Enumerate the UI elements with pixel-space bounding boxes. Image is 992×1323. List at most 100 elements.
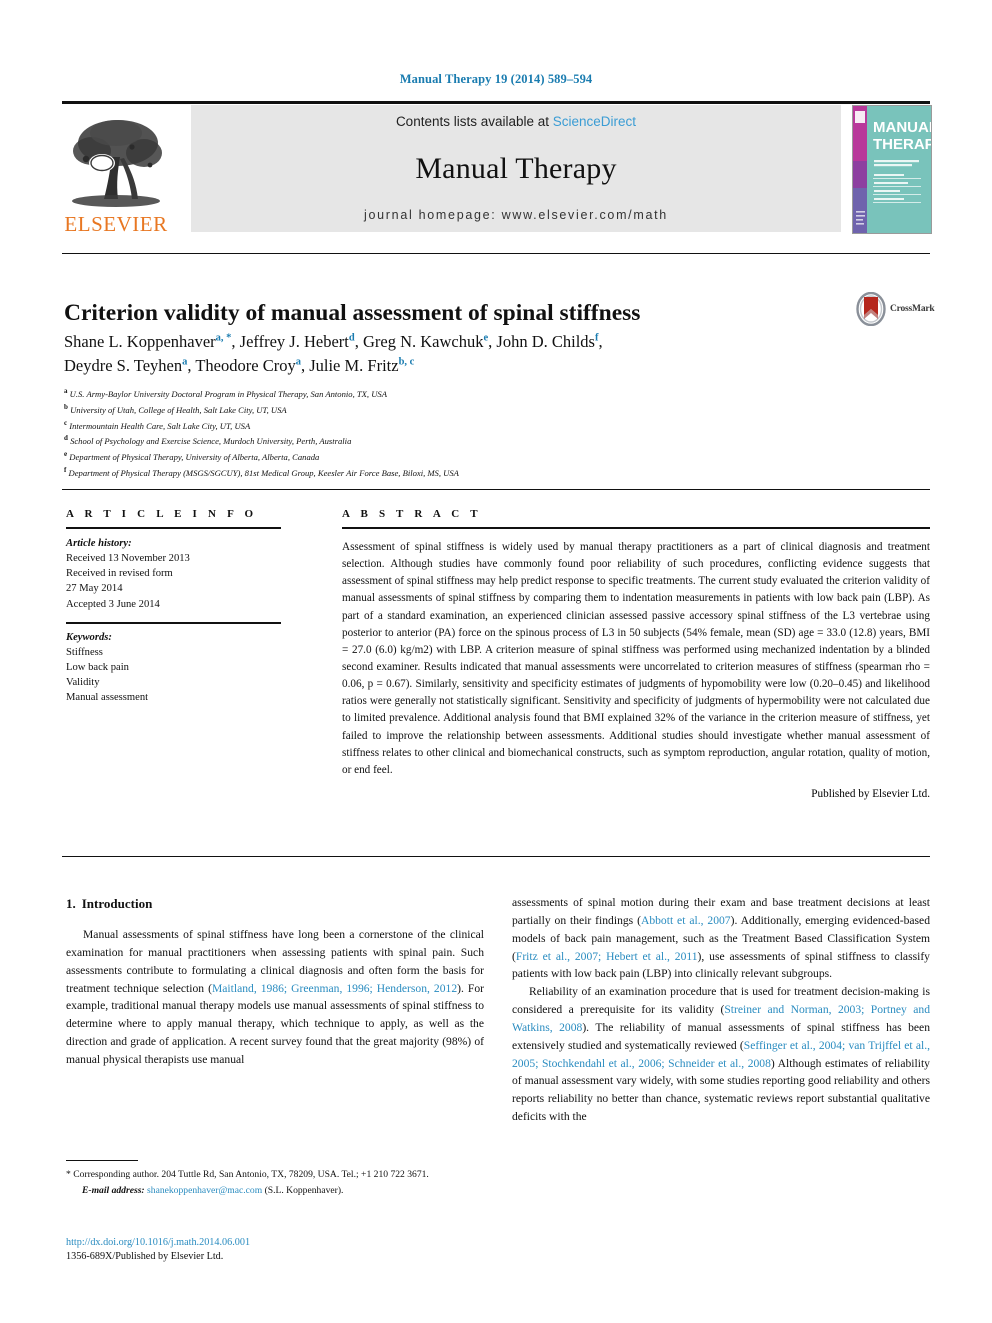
article-history-label: Article history: xyxy=(66,538,132,549)
journal-homepage-link[interactable]: journal homepage: www.elsevier.com/math xyxy=(364,208,668,222)
title-divider xyxy=(62,253,930,254)
affiliation-text: School of Psychology and Exercise Scienc… xyxy=(70,436,352,447)
affiliation-text: Intermountain Health Care, Salt Lake Cit… xyxy=(69,420,251,431)
corresponding-author-note: * Corresponding author. 204 Tuttle Rd, S… xyxy=(66,1169,429,1180)
keyword-item: Validity xyxy=(66,677,100,689)
citation-link[interactable]: Maitland, 1986; Greenman, 1996; Henderso… xyxy=(212,982,457,995)
article-info-heading: A R T I C L E I N F O xyxy=(66,508,258,520)
abstract-column: A B S T R A C T Assessment of spinal sti… xyxy=(342,508,930,800)
citation-link[interactable]: Abbott et al., 2007 xyxy=(641,914,731,927)
keyword-item: Manual assessment xyxy=(66,692,149,704)
email-label: E-mail address: xyxy=(82,1185,145,1197)
author-name: Theodore Croy xyxy=(195,355,296,375)
body-section-divider xyxy=(62,856,930,857)
section-heading-introduction: 1. Introduction xyxy=(66,896,484,912)
affiliation-text: U.S. Army-Baylor University Doctoral Pro… xyxy=(69,388,387,399)
contents-available-line: Contents lists available at ScienceDirec… xyxy=(396,114,636,129)
intro-paragraph-right-1: assessments of spinal motion during thei… xyxy=(512,896,930,981)
elsevier-tree-icon xyxy=(66,113,166,213)
doi-link[interactable]: http://dx.doi.org/10.1016/j.math.2014.06… xyxy=(66,1236,486,1250)
author-affiliation-mark: a xyxy=(295,356,301,368)
history-item: Received 13 November 2013 xyxy=(66,553,190,565)
author-name: Shane L. Koppenhaver xyxy=(64,332,216,351)
body-column-right: assessments of spinal motion during thei… xyxy=(512,894,930,1126)
affiliation-item: a U.S. Army-Baylor University Doctoral P… xyxy=(64,386,864,402)
footnote-block: * Corresponding author. 204 Tuttle Rd, S… xyxy=(66,1168,484,1199)
abstract-section-divider xyxy=(62,489,930,490)
running-head: Manual Therapy 19 (2014) 589–594 xyxy=(399,72,593,86)
masthead-center-panel: Contents lists available at ScienceDirec… xyxy=(191,105,841,232)
author-affiliation-mark: a xyxy=(182,356,188,368)
author-name: John D. Childs xyxy=(496,332,595,351)
affiliation-mark: d xyxy=(64,434,68,443)
history-item: Received in revised form xyxy=(66,568,173,580)
crossmark-label: CrossMark xyxy=(890,304,935,314)
author-affiliation-mark: e xyxy=(483,332,489,344)
intro-paragraph-left: Manual assessments of spinal stiffness h… xyxy=(66,928,485,1066)
abstract-heading-rule xyxy=(342,527,930,529)
svg-text:MANUAL: MANUAL xyxy=(873,119,931,136)
affiliation-item: c Intermountain Health Care, Salt Lake C… xyxy=(64,418,864,434)
footnote-rule xyxy=(66,1160,138,1161)
page-title: Criterion validity of manual assessment … xyxy=(64,299,641,326)
history-item: 27 May 2014 xyxy=(66,583,123,595)
issn-copyright-line: 1356-689X/Published by Elsevier Ltd. xyxy=(66,1251,224,1263)
crossmark-icon xyxy=(856,291,886,327)
author-name: Greg N. Kawchuk xyxy=(362,332,484,351)
svg-text:THERAPY: THERAPY xyxy=(873,136,931,153)
affiliation-mark: e xyxy=(64,450,68,459)
intro-paragraph-right-2: Reliability of an examination procedure … xyxy=(512,985,930,1124)
author-affiliation-mark: a, * xyxy=(215,332,232,344)
author-name: Deydre S. Teyhen xyxy=(64,355,183,375)
author-list: Shane L. Koppenhavera, *, Jeffrey J. Heb… xyxy=(64,332,603,375)
email-note: E-mail address: shanekoppenhaver@mac.com… xyxy=(66,1184,484,1198)
keywords-label: Keywords: xyxy=(66,631,112,643)
keyword-item: Low back pain xyxy=(66,661,129,673)
citation-link[interactable]: Seffinger et al., 2004; van Trijffel et … xyxy=(512,1039,930,1070)
affiliation-mark: c xyxy=(64,418,68,427)
affiliation-mark: a xyxy=(64,387,68,395)
abstract-heading: A B S T R A C T xyxy=(342,508,482,520)
article-info-column: A R T I C L E I N F O Article history: R… xyxy=(66,508,281,705)
affiliation-item: e Department of Physical Therapy, Univer… xyxy=(64,449,864,465)
citation-link[interactable]: Streiner and Norman, 2003; Portney and W… xyxy=(512,1003,930,1034)
history-item: Accepted 3 June 2014 xyxy=(66,598,160,610)
affiliation-mark: b xyxy=(64,402,68,411)
elsevier-wordmark: ELSEVIER xyxy=(64,212,168,236)
affiliation-item: d School of Psychology and Exercise Scie… xyxy=(64,433,864,449)
author-affiliation-mark: d xyxy=(348,332,355,344)
keyword-item: Stiffness xyxy=(66,646,103,658)
sciencedirect-link[interactable]: ScienceDirect xyxy=(553,114,636,129)
email-owner: (S.L. Koppenhaver). xyxy=(264,1185,344,1197)
author-name: Julie M. Fritz xyxy=(309,355,399,375)
journal-article-page: Manual Therapy 19 (2014) 589–594 ELSEVIE… xyxy=(0,0,992,1323)
journal-cover-thumbnail: MANUAL THERAPY xyxy=(852,105,932,234)
author-affiliation-mark: b, c xyxy=(398,356,415,368)
affiliation-text: Department of Physical Therapy, Universi… xyxy=(69,451,320,462)
affiliation-item: b University of Utah, College of Health,… xyxy=(64,402,864,418)
contents-prefix: Contents lists available at xyxy=(395,114,553,129)
keywords-block: Keywords: Stiffness Low back pain Validi… xyxy=(66,621,281,706)
section-title: Introduction xyxy=(81,896,153,911)
masthead-top-rule xyxy=(62,101,930,104)
article-info-heading-rule xyxy=(66,527,281,529)
affiliation-mark: f xyxy=(64,465,67,474)
citation-link[interactable]: Fritz et al., 2007; Hebert et al., 2011 xyxy=(516,950,698,963)
affiliation-item: f Department of Physical Therapy (MSGS/S… xyxy=(64,465,864,481)
affiliation-text: University of Utah, College of Health, S… xyxy=(70,404,287,415)
affiliation-text: Department of Physical Therapy (MSGS/SGC… xyxy=(68,467,459,478)
journal-masthead: ELSEVIER Contents lists available at Sci… xyxy=(62,101,932,235)
body-column-left: 1. Introduction Manual assessments of spi… xyxy=(66,896,484,1069)
crossmark-badge[interactable]: CrossMark xyxy=(856,286,936,332)
abstract-text: Assessment of spinal stiffness is widely… xyxy=(342,541,930,776)
elsevier-logo: ELSEVIER xyxy=(62,105,170,235)
article-history-block: Article history: Received 13 November 20… xyxy=(66,536,281,612)
section-number: 1. xyxy=(66,896,76,911)
abstract-publisher-statement: Published by Elsevier Ltd. xyxy=(811,787,930,800)
document-footer: http://dx.doi.org/10.1016/j.math.2014.06… xyxy=(66,1236,486,1265)
affiliation-list: a U.S. Army-Baylor University Doctoral P… xyxy=(64,386,864,481)
author-name: Jeffrey J. Hebert xyxy=(239,332,349,351)
author-affiliation-mark: f xyxy=(594,332,599,344)
email-link[interactable]: shanekoppenhaver@mac.com xyxy=(147,1185,262,1196)
journal-title: Manual Therapy xyxy=(415,151,617,185)
